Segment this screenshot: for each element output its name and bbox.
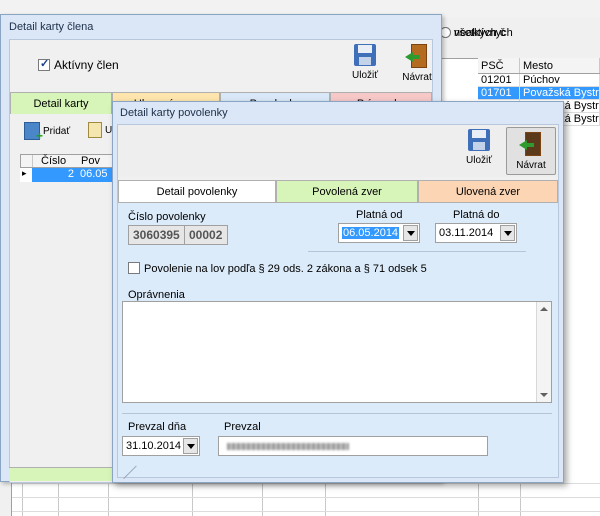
permit-law-checkbox[interactable]: Povolenie na lov podľa § 29 ods. 2 zákon… — [128, 262, 427, 275]
filter-radio-row: neaktívnych všetkých č — [440, 24, 600, 42]
valid-to-datepicker[interactable]: 03.11.2014 — [435, 223, 517, 243]
checkbox-icon — [128, 262, 140, 274]
back-button[interactable]: Návrat — [392, 44, 442, 90]
permit-detail-panel: Uložiť Návrat Detail povolenky Povolená … — [117, 124, 559, 478]
chevron-down-icon[interactable] — [183, 438, 198, 454]
resize-grip[interactable] — [124, 465, 138, 479]
column-header-mesto[interactable]: Mesto — [520, 58, 600, 73]
column-header-pov[interactable]: Pov — [79, 155, 115, 167]
tab-povolena-zver[interactable]: Povolená zver — [276, 180, 418, 202]
chevron-down-icon[interactable] — [403, 225, 418, 241]
permit-number-part1: 3060395 — [128, 225, 186, 245]
valid-to-label: Platná do — [453, 209, 500, 221]
received-by-label: Prevzal — [224, 421, 261, 433]
add-document-icon: + — [24, 122, 43, 143]
redacted-name — [227, 443, 349, 450]
tab-detail-povolenky[interactable]: Detail povolenky — [118, 180, 276, 202]
permit-tabs: Detail povolenky Povolená zver Ulovená z… — [118, 180, 558, 202]
tab-ulovena-zver[interactable]: Ulovená zver — [418, 180, 558, 202]
checkbox-icon — [38, 57, 50, 71]
exit-door-icon — [405, 44, 429, 68]
received-date-label: Prevzal dňa — [128, 421, 187, 433]
permit-toolbar: Uložiť Návrat — [118, 125, 558, 177]
column-header-cislo[interactable]: Číslo — [33, 155, 79, 167]
vertical-scrollbar[interactable] — [536, 302, 551, 402]
received-date-datepicker[interactable]: 31.10.2014 — [122, 436, 200, 456]
save-button[interactable]: Uložiť — [340, 44, 390, 90]
window-title: Detail karty povolenky — [120, 107, 228, 119]
permits-grid-header: Číslo Pov — [20, 154, 116, 168]
separator — [308, 251, 526, 252]
authorizations-label: Oprávnenia — [128, 289, 185, 301]
permit-detail-window: Detail karty povolenky Uložiť Návrat Det… — [112, 101, 564, 483]
table-row[interactable]: 01701 Považská Bystrica — [478, 87, 600, 100]
radio-all[interactable]: všetkých č — [440, 27, 505, 39]
edit-document-icon — [88, 122, 102, 138]
window-title: Detail karty člena — [9, 21, 94, 33]
valid-from-label: Platná od — [356, 209, 403, 221]
chevron-down-icon[interactable] — [500, 225, 515, 241]
floppy-disk-icon — [468, 129, 490, 151]
table-row[interactable]: ▸ 2 06.05 — [20, 168, 116, 182]
permit-detail-content: Číslo povolenky 3060395 00002 Platná od … — [118, 202, 558, 477]
valid-from-datepicker[interactable]: 06.05.2014 — [338, 223, 420, 243]
column-header-psc[interactable]: PSČ — [478, 58, 520, 73]
active-member-checkbox[interactable]: Aktívny člen — [38, 57, 119, 72]
back-button[interactable]: Návrat — [506, 127, 556, 175]
received-by-input[interactable] — [218, 436, 488, 456]
floppy-disk-icon — [354, 44, 376, 66]
scroll-up-icon[interactable] — [540, 307, 548, 311]
table-header: PSČ Mesto — [478, 58, 600, 74]
save-button[interactable]: Uložiť — [454, 129, 504, 175]
exit-door-icon — [519, 132, 543, 156]
table-row[interactable]: 01201 Púchov — [478, 74, 600, 87]
authorizations-textarea[interactable] — [122, 301, 552, 403]
separator — [122, 413, 552, 414]
permit-number-label: Číslo povolenky — [128, 211, 206, 223]
permit-number-part2: 00002 — [184, 225, 228, 245]
tab-detail-karty[interactable]: Detail karty — [10, 92, 112, 114]
add-button[interactable]: + Pridať — [24, 122, 80, 150]
scroll-down-icon[interactable] — [540, 393, 548, 397]
